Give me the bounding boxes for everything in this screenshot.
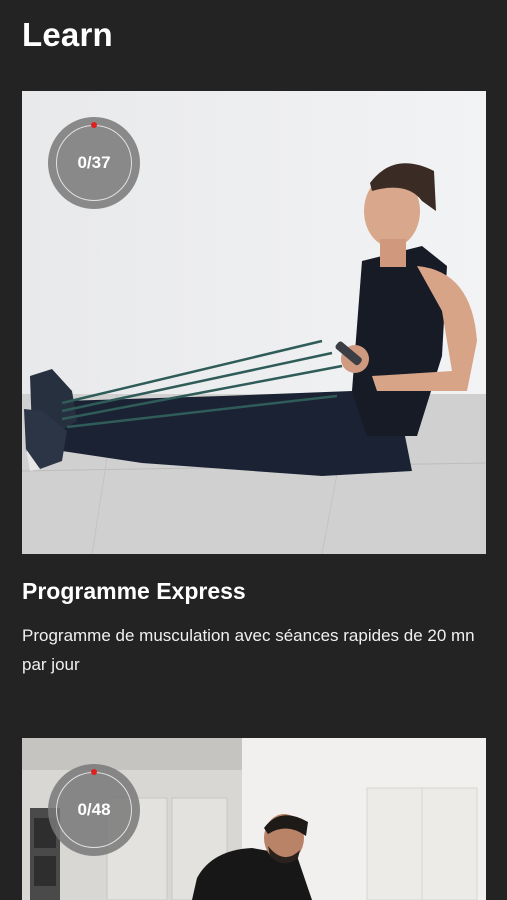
progress-indicator-dot (91, 122, 97, 128)
progress-count: 0/37 (77, 153, 111, 172)
progress-count: 0/48 (77, 800, 111, 819)
program-card-image[interactable]: 0/37 (22, 91, 486, 554)
page-title: Learn (22, 16, 113, 53)
progress-badge: 0/48 (48, 764, 140, 856)
program-card-image[interactable]: 0/48 (22, 738, 486, 900)
progress-indicator-dot (91, 769, 97, 775)
progress-badge: 0/37 (48, 117, 140, 209)
program-description: Programme de musculation avec séances ra… (22, 626, 475, 674)
program-title[interactable]: Programme Express (22, 578, 246, 605)
